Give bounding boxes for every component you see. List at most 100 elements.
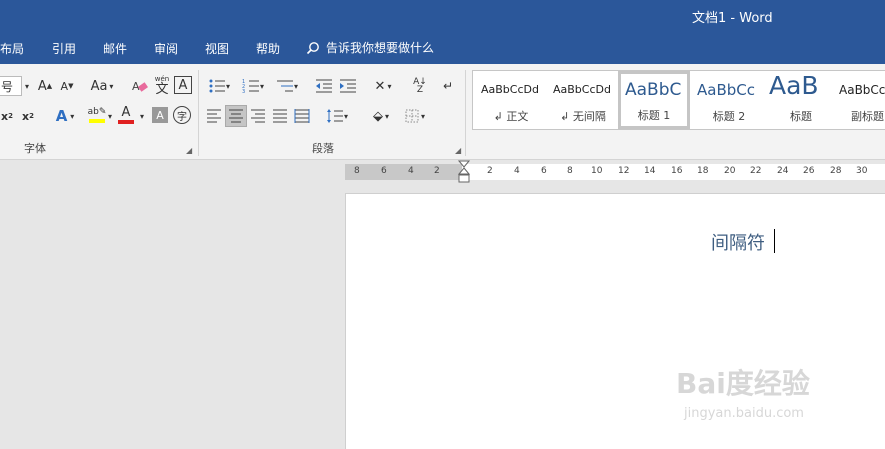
chevron-down-icon: ▾ xyxy=(70,111,75,121)
baidu-jingyan-watermark: Bai度经验 jingyan.baidu.com xyxy=(676,362,846,432)
style-subtitle[interactable]: AaBbCc 副标题 xyxy=(837,71,885,129)
style-sample: AaB xyxy=(769,71,819,100)
align-right-icon[interactable] xyxy=(248,106,268,126)
font-color-button[interactable]: A xyxy=(116,104,136,126)
font-dialog-launcher-icon[interactable]: ◢ xyxy=(186,146,192,155)
chevron-down-icon[interactable]: ▾ xyxy=(138,106,146,126)
chevron-down-icon: ▾ xyxy=(225,81,230,91)
shading-button[interactable]: ⬙ ▾ xyxy=(366,106,396,126)
align-left-icon[interactable] xyxy=(204,106,224,126)
tab-mailings[interactable]: 邮件 xyxy=(103,40,127,57)
borders-button[interactable]: ▾ xyxy=(400,106,430,126)
font-size-label: 号 xyxy=(1,79,14,94)
multilevel-list-button[interactable]: ▾ xyxy=(272,76,302,96)
style-name: 标题 2 xyxy=(712,110,746,123)
ruler-tick: 12 xyxy=(618,166,630,176)
subscript-icon[interactable]: x2 xyxy=(0,106,14,126)
paragraph-group-label: 段落 xyxy=(312,142,334,155)
tell-me-box[interactable]: 告诉我你想要做什么 xyxy=(306,39,434,56)
align-center-icon[interactable] xyxy=(225,105,247,127)
chevron-down-icon: ▾ xyxy=(387,81,392,91)
ribbon: 号 ▾ A ▲ A ▼ Aa ▾ A wén 文 A x2 x2 A ▾ ab✎ ▾ A … xyxy=(0,64,885,160)
ruler-tick: 6 xyxy=(541,166,547,176)
watermark-url: jingyan.baidu.com xyxy=(684,406,804,421)
chevron-down-icon[interactable]: ▾ xyxy=(106,106,114,126)
style-name: ↲ 正文 xyxy=(493,110,529,123)
phonetic-guide-icon[interactable]: wén 文 xyxy=(152,74,172,98)
text-effects-icon: A xyxy=(55,107,68,125)
ribbon-tabs: 布局 引用 邮件 审阅 视图 帮助 告诉我你想要做什么 xyxy=(0,32,885,64)
style-sample: AaBbCc xyxy=(697,81,755,99)
text-caret xyxy=(774,229,775,253)
document-text[interactable]: 间隔符 xyxy=(711,229,765,255)
style-normal[interactable]: AaBbCcDd ↲ 正文 xyxy=(475,71,547,129)
chevron-down-icon: ▾ xyxy=(384,111,389,121)
increase-indent-icon[interactable] xyxy=(338,76,358,96)
font-size-dropdown-icon[interactable]: ▾ xyxy=(22,76,32,96)
decrease-indent-icon[interactable] xyxy=(314,76,334,96)
tab-view[interactable]: 视图 xyxy=(205,40,229,57)
style-name: 副标题 xyxy=(851,110,884,123)
ruler-left-margin xyxy=(345,164,462,180)
title-bar: 文档1 - Word xyxy=(0,0,885,32)
font-size-box[interactable]: 号 xyxy=(0,76,22,96)
asian-layout-icon: ✕ xyxy=(374,78,386,94)
horizontal-ruler[interactable]: 8 6 4 2 2 4 6 8 10 12 14 16 18 20 22 24 … xyxy=(345,164,885,180)
window-title: 文档1 - Word xyxy=(692,11,773,26)
char-border-icon[interactable]: A xyxy=(174,76,192,94)
grow-font-icon[interactable]: A ▲ xyxy=(36,76,54,96)
clear-formatting-icon[interactable]: A xyxy=(130,76,150,96)
ruler-tick: 2 xyxy=(434,166,440,176)
svg-text:3: 3 xyxy=(242,89,245,94)
enclose-char-icon[interactable]: 字 xyxy=(173,106,191,124)
highlight-swatch xyxy=(89,118,105,123)
ruler-tick: 2 xyxy=(487,166,493,176)
chevron-down-icon: ▾ xyxy=(259,81,264,91)
style-sample: AaBbCc xyxy=(839,83,885,97)
ruler-tick: 4 xyxy=(408,166,414,176)
tab-layout[interactable]: 布局 xyxy=(0,40,24,57)
paint-bucket-icon: ⬙ xyxy=(372,108,383,124)
font-color-swatch xyxy=(118,120,134,124)
chevron-down-icon: ▾ xyxy=(109,81,114,91)
indent-marker-icon[interactable] xyxy=(458,160,470,190)
shrink-font-icon[interactable]: A ▼ xyxy=(58,76,76,96)
text-effects-button[interactable]: A ▾ xyxy=(50,106,80,126)
show-marks-icon[interactable]: ↵ xyxy=(440,76,456,96)
sort-icon[interactable]: A↓ Z xyxy=(410,76,430,96)
justify-icon[interactable] xyxy=(270,106,290,126)
numbering-button[interactable]: 123 ▾ xyxy=(238,76,268,96)
style-no-spacing[interactable]: AaBbCcDd ↲ 无间隔 xyxy=(547,71,619,129)
tab-review[interactable]: 审阅 xyxy=(154,40,178,57)
ruler-tick: 6 xyxy=(381,166,387,176)
tab-help[interactable]: 帮助 xyxy=(256,40,280,57)
line-spacing-icon xyxy=(326,109,343,123)
ruler-tick: 26 xyxy=(803,166,815,176)
chevron-down-icon: ▾ xyxy=(343,111,348,121)
ruler-tick: 8 xyxy=(354,166,360,176)
paragraph-dialog-launcher-icon[interactable]: ◢ xyxy=(455,146,461,155)
font-color-icon: A xyxy=(121,105,131,120)
highlighter-icon: ab✎ xyxy=(87,106,107,117)
search-icon xyxy=(306,41,319,54)
phonetic-char: 文 xyxy=(155,82,169,97)
chevron-down-icon: ▾ xyxy=(293,81,298,91)
change-case-label: Aa xyxy=(90,78,108,94)
style-heading-2[interactable]: AaBbCc 标题 2 xyxy=(693,71,765,129)
style-sample: AaBbCcDd xyxy=(481,83,539,96)
ruler-tick: 18 xyxy=(697,166,709,176)
style-heading-1[interactable]: AaBbC 标题 1 xyxy=(618,71,690,129)
change-case-button[interactable]: Aa ▾ xyxy=(86,76,118,96)
distributed-icon[interactable] xyxy=(292,106,312,126)
asian-layout-button[interactable]: ✕ ▾ xyxy=(368,76,398,96)
tab-references[interactable]: 引用 xyxy=(52,40,76,57)
line-spacing-button[interactable]: ▾ xyxy=(322,106,352,126)
bullets-button[interactable]: ▾ xyxy=(204,76,234,96)
superscript-icon[interactable]: x2 xyxy=(20,106,36,126)
tell-me-text: 告诉我你想要做什么 xyxy=(326,41,435,55)
borders-icon xyxy=(405,109,419,123)
ruler-tick: 30 xyxy=(856,166,868,176)
char-shading-icon[interactable]: A xyxy=(152,107,168,123)
ruler-tick: 28 xyxy=(830,166,842,176)
style-title[interactable]: AaB 标题 xyxy=(765,71,837,129)
